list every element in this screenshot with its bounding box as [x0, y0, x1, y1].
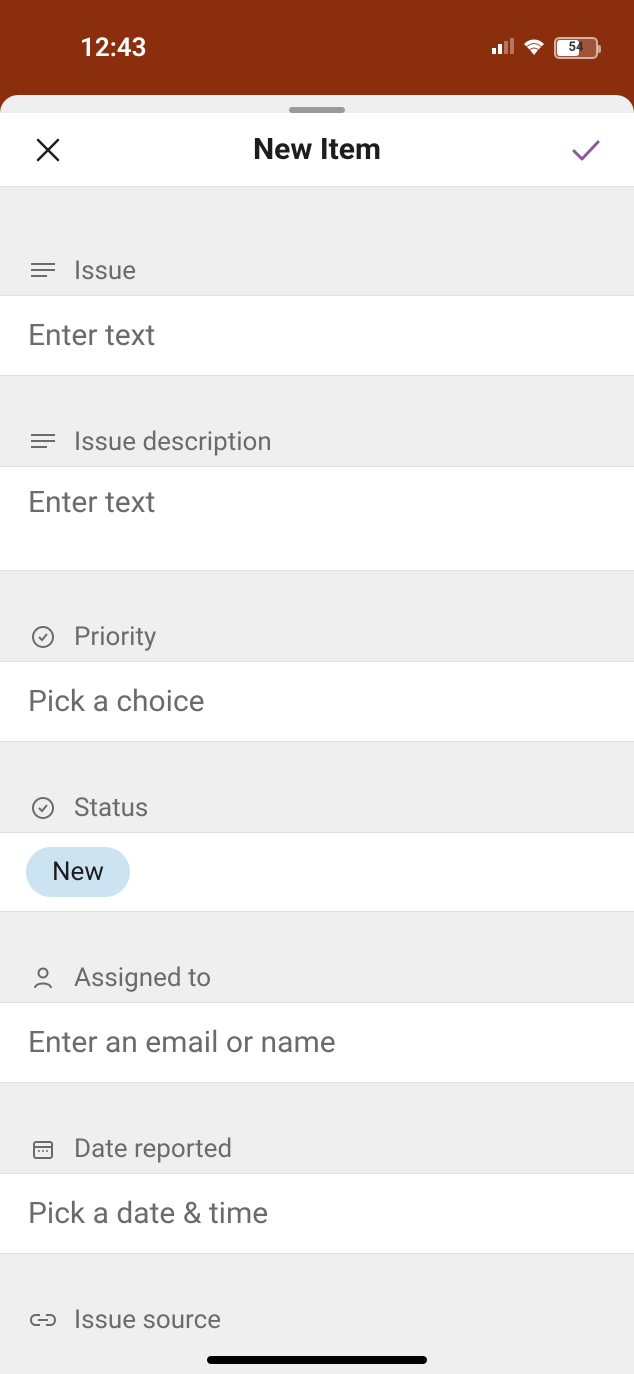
- priority-input[interactable]: Pick a choice: [0, 661, 634, 742]
- field-label-issue-description: Issue description: [0, 418, 634, 466]
- issue-description-input[interactable]: Enter text: [0, 466, 634, 571]
- issue-source-label: Issue source: [74, 1305, 221, 1335]
- priority-label: Priority: [74, 622, 156, 652]
- person-icon: [30, 965, 56, 991]
- status-time: 12:43: [80, 33, 147, 63]
- nav-bar: New Item: [0, 113, 634, 187]
- assigned-to-label: Assigned to: [74, 963, 211, 993]
- assigned-to-input[interactable]: Enter an email or name: [0, 1002, 634, 1083]
- issue-label: Issue: [74, 256, 136, 286]
- wifi-icon: [522, 37, 546, 59]
- battery-icon: 54: [554, 37, 598, 59]
- cellular-icon: [492, 38, 514, 58]
- field-label-issue-source: Issue source: [0, 1296, 634, 1344]
- field-label-status: Status: [0, 784, 634, 832]
- field-label-priority: Priority: [0, 613, 634, 661]
- battery-level: 54: [556, 39, 596, 57]
- status-indicators: 54: [492, 37, 598, 59]
- close-icon: [35, 137, 61, 163]
- field-label-date-reported: Date reported: [0, 1125, 634, 1173]
- new-item-sheet: New Item Issue Enter text: [0, 95, 634, 1374]
- home-indicator[interactable]: [207, 1356, 427, 1364]
- text-lines-icon: [30, 429, 56, 455]
- issue-input[interactable]: Enter text: [0, 295, 634, 376]
- date-reported-label: Date reported: [74, 1134, 232, 1164]
- close-button[interactable]: [28, 130, 68, 170]
- calendar-icon: [30, 1136, 56, 1162]
- date-reported-input[interactable]: Pick a date & time: [0, 1173, 634, 1254]
- page-title: New Item: [253, 132, 381, 167]
- circle-check-icon: [30, 624, 56, 650]
- status-bar: 12:43 54: [0, 0, 634, 95]
- checkmark-icon: [571, 138, 601, 162]
- status-badge: New: [26, 847, 130, 897]
- field-label-issue: Issue: [0, 247, 634, 295]
- form-area: Issue Enter text Issue description Enter…: [0, 247, 634, 1344]
- text-lines-icon: [30, 258, 56, 284]
- field-label-assigned-to: Assigned to: [0, 954, 634, 1002]
- status-input[interactable]: New: [0, 832, 634, 912]
- circle-check-icon: [30, 795, 56, 821]
- link-icon: [30, 1307, 56, 1333]
- issue-description-label: Issue description: [74, 427, 272, 457]
- status-label: Status: [74, 793, 148, 823]
- confirm-button[interactable]: [566, 130, 606, 170]
